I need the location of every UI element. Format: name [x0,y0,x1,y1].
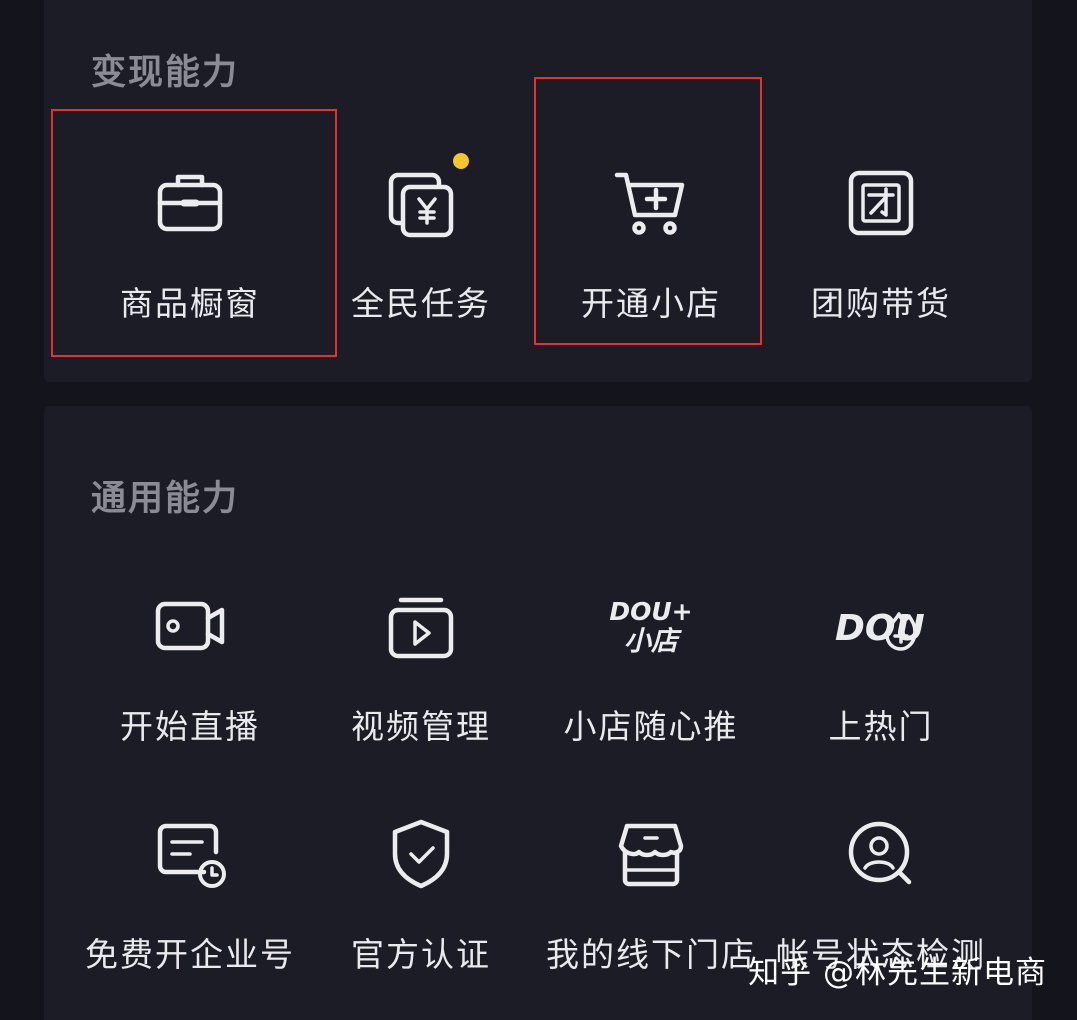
item-enterprise-account[interactable]: 免费开企业号 [75,816,305,976]
watermark: 知乎 @林先生新电商 [748,955,1047,991]
item-official-verification[interactable]: 官方认证 [306,816,536,976]
item-label: 开始直播 [120,707,260,746]
group-buy-icon [843,165,919,241]
general-section-title: 通用能力 [91,479,240,519]
item-label: 我的线下门店 [546,935,756,974]
general-card: 通用能力 开始直播 视频管理 DOU+ 小店 小店随心推 DOU 上热门 免费开… [44,406,1032,1020]
item-product-showcase[interactable]: 商品橱窗 [75,165,305,325]
task-yuan-icon [383,153,469,241]
item-shop-promote[interactable]: DOU+ 小店 小店随心推 [536,588,766,748]
item-national-tasks[interactable]: 全民任务 [306,153,536,325]
video-camera-icon [152,588,228,664]
item-group-buy[interactable]: 团购带货 [766,165,996,325]
dou-plus-glyph: DOU+ [609,597,692,626]
item-label: 团购带货 [811,284,951,323]
notification-dot [453,153,469,169]
dou-plus-shop-icon: DOU+ 小店 [609,588,692,664]
item-label: 免费开企业号 [85,935,295,974]
item-open-shop[interactable]: 开通小店 [536,165,766,325]
shield-check-icon [383,816,459,892]
item-label: 小店随心推 [563,707,739,746]
item-start-live[interactable]: 开始直播 [75,588,305,748]
item-offline-store[interactable]: 我的线下门店 [536,816,766,976]
storefront-icon [613,816,689,892]
item-label: 上热门 [828,707,934,746]
account-search-icon [843,816,919,892]
dou-flame-icon: DOU [835,588,925,664]
item-label: 视频管理 [351,707,491,746]
video-play-icon [383,588,459,664]
item-label: 全民任务 [351,284,491,323]
monetization-card: 变现能力 商品橱窗 全民任务 开通小店 团购带货 [44,0,1032,382]
item-label: 商品橱窗 [120,284,260,323]
item-label: 开通小店 [581,284,721,323]
showcase-bag-icon [152,165,228,241]
shop-glyph: 小店 [624,626,682,657]
item-video-management[interactable]: 视频管理 [306,588,536,748]
cart-plus-icon [613,165,689,241]
item-go-trending[interactable]: DOU 上热门 [766,588,996,748]
enterprise-card-clock-icon [152,816,228,892]
item-label: 官方认证 [351,935,491,974]
monetization-section-title: 变现能力 [91,53,240,93]
